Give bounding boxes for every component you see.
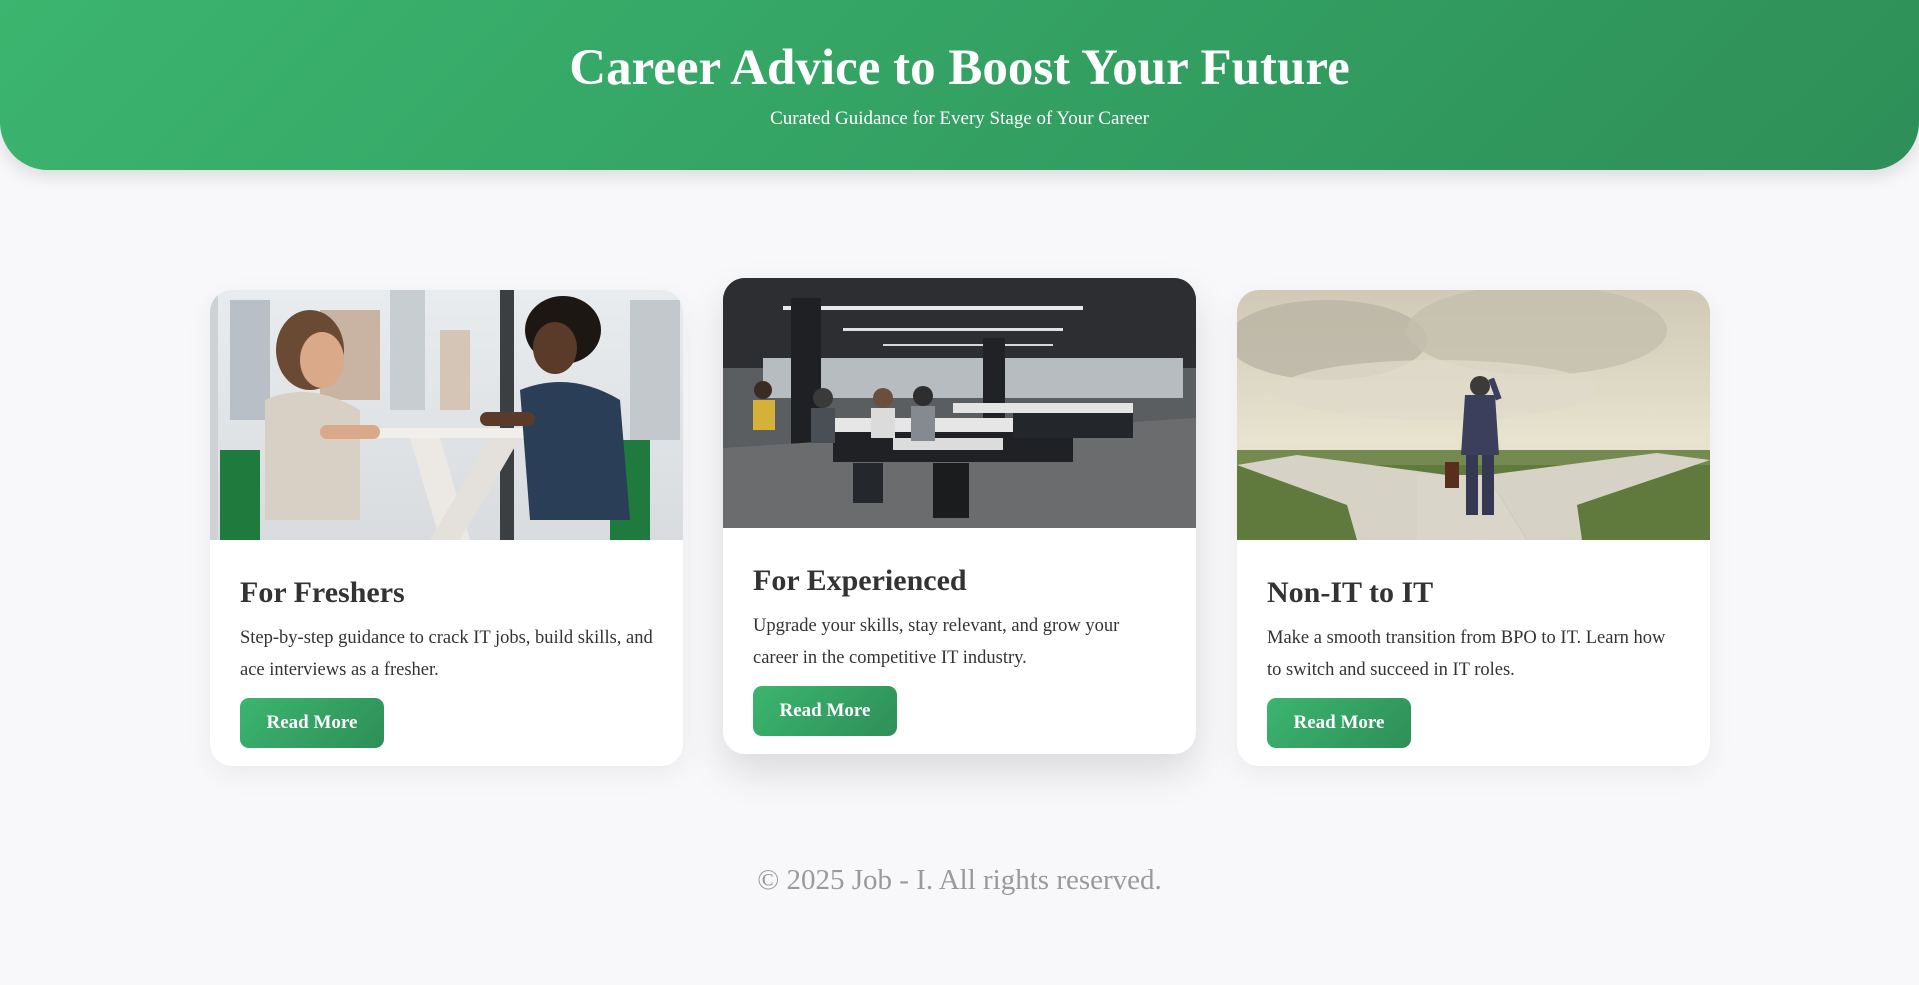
advice-cards: For Freshers Step-by-step guidance to cr… [0, 0, 1919, 985]
card-non-it-to-it: Non-IT to IT Make a smooth transition fr… [1237, 290, 1710, 766]
card-experienced: For Experienced Upgrade your skills, sta… [723, 278, 1196, 754]
card-title: Non-IT to IT [1267, 576, 1434, 609]
footer-copyright: © 2025 Job - I. All rights reserved. [757, 864, 1162, 896]
card-title: For Freshers [240, 576, 405, 609]
card-image-freshers [210, 290, 683, 540]
read-more-button-experienced[interactable]: Read More [753, 686, 897, 736]
card-title: For Experienced [753, 564, 967, 597]
card-freshers: For Freshers Step-by-step guidance to cr… [210, 290, 683, 766]
card-description: Make a smooth transition from BPO to IT.… [1267, 628, 1666, 680]
card-image-non-it-to-it [1237, 290, 1710, 540]
read-more-button-freshers[interactable]: Read More [240, 698, 384, 748]
read-more-button-non-it[interactable]: Read More [1267, 698, 1411, 748]
card-description: Step-by-step guidance to crack IT jobs, … [240, 628, 653, 680]
card-image-experienced [723, 278, 1196, 528]
card-description: Upgrade your skills, stay relevant, and … [753, 616, 1120, 668]
